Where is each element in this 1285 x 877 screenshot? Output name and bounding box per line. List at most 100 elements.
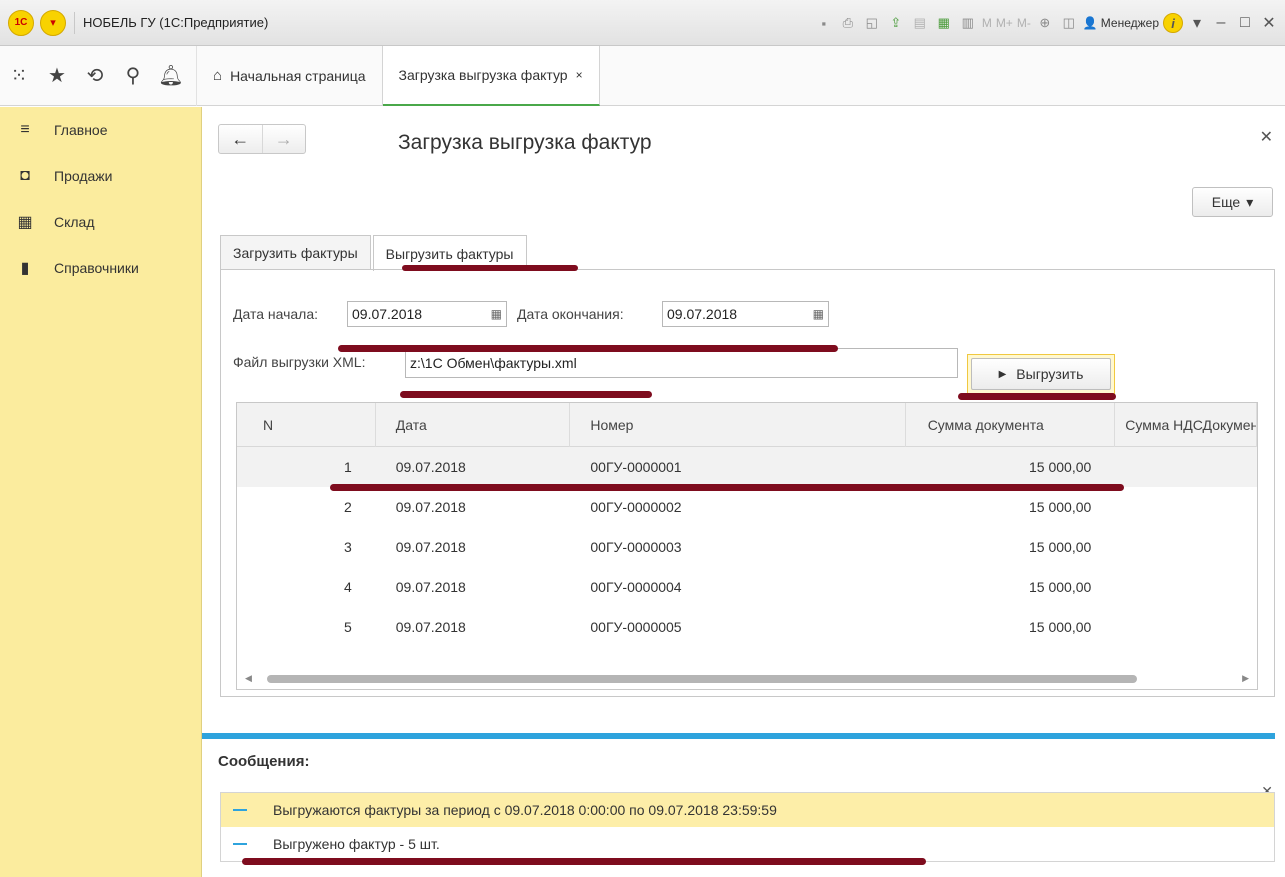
messages-list: Выгружаются фактуры за период с 09.07.20… (220, 792, 1275, 862)
sidebar-item-label: Склад (54, 214, 95, 230)
message-text: Выгружаются фактуры за период с 09.07.20… (273, 802, 777, 818)
calculator-icon[interactable]: ▦ (934, 13, 954, 33)
highlight-mark (958, 393, 1116, 400)
print-list-icon[interactable]: ▤ (910, 13, 930, 33)
table-row[interactable]: 1 09.07.2018 00ГУ-0000001 15 000,00 (237, 447, 1257, 487)
end-date-field[interactable]: 09.07.2018 ▦ (662, 301, 829, 327)
window-title: НОБЕЛЬ ГУ (1С:Предприятие) (83, 15, 269, 30)
table-cell: 09.07.2018 (395, 499, 466, 515)
table-cell (1115, 527, 1257, 567)
message-item[interactable]: Выгружаются фактуры за период с 09.07.20… (221, 793, 1274, 827)
tab-label: Загрузить фактуры (233, 245, 358, 261)
table-cell (1115, 567, 1257, 607)
table-cell: 15 000,00 (1029, 539, 1092, 555)
column-header[interactable]: Сумма НДСДокумента (1115, 403, 1257, 447)
scroll-left-icon[interactable]: ◀ (245, 673, 252, 684)
main-content: ← → Загрузка выгрузка фактур ✕ Еще ▾ Заг… (202, 107, 1285, 877)
table-row[interactable]: 2 09.07.2018 00ГУ-0000002 15 000,00 (237, 487, 1257, 527)
close-window-button[interactable]: ✕ (1259, 13, 1279, 33)
tab-label: Начальная страница (230, 67, 366, 84)
calendar-icon[interactable]: ▦ (491, 307, 502, 321)
sidebar-item-label: Главное (54, 122, 108, 138)
table-cell: 4 (343, 579, 352, 595)
memory-minus-button[interactable]: M- (1017, 16, 1031, 30)
bell-icon[interactable]: 🔔︎ (152, 46, 190, 106)
close-form-icon[interactable]: ✕ (1260, 127, 1273, 147)
preview-icon[interactable]: ◱ (862, 13, 882, 33)
table-cell: 5 (343, 619, 352, 635)
table-cell: 15 000,00 (1029, 499, 1092, 515)
export-button[interactable]: ▶ Выгрузить (967, 354, 1115, 394)
memory-m-button[interactable]: M (982, 16, 992, 30)
search-icon[interactable]: ⚲ (114, 46, 152, 106)
chevron-down-icon[interactable]: ▾ (1187, 13, 1207, 33)
table-cell (1115, 447, 1257, 487)
table-cell: 15 000,00 (1029, 579, 1092, 595)
panels-icon[interactable]: ◫ (1059, 13, 1079, 33)
column-header[interactable]: N (237, 403, 376, 447)
more-button[interactable]: Еще ▾ (1192, 187, 1273, 217)
table-cell: 09.07.2018 (395, 539, 466, 555)
table-row[interactable]: 5 09.07.2018 00ГУ-0000005 15 000,00 (237, 607, 1257, 647)
messages-divider (202, 733, 1275, 739)
export-button-face: ▶ Выгрузить (971, 358, 1111, 390)
section-toolbar: ⁙ ★ ⟲ ⚲ 🔔︎ ⌂ Начальная страница Загрузка… (0, 45, 1285, 106)
user-icon: 👤 (1082, 16, 1098, 30)
memory-plus-button[interactable]: M+ (996, 16, 1013, 30)
table-cell: 00ГУ-0000003 (590, 539, 682, 555)
back-arrow-icon[interactable]: ← (219, 125, 262, 153)
user-menu[interactable]: 👤 Менеджер (1083, 16, 1159, 30)
highlight-mark (338, 345, 838, 352)
play-icon: ▶ (998, 368, 1007, 380)
scroll-right-icon[interactable]: ▶ (1242, 673, 1249, 684)
tab-home-page[interactable]: ⌂ Начальная страница (197, 45, 383, 106)
history-icon[interactable]: ⟲ (76, 46, 114, 106)
sidebar-item-warehouse[interactable]: ▦ Склад (0, 199, 201, 245)
table-cell: 15 000,00 (1029, 459, 1092, 475)
table-cell: 00ГУ-0000002 (590, 499, 682, 515)
sidebar-item-catalogs[interactable]: ▮ Справочники (0, 245, 201, 291)
column-header[interactable]: Сумма документа (906, 403, 1116, 447)
main-menu-button[interactable]: ▾ (40, 9, 66, 36)
print-icon[interactable]: ⎙ (838, 13, 858, 33)
calendar-icon[interactable]: ▥ (958, 13, 978, 33)
tab-invoice-exchange[interactable]: Загрузка выгрузка фактур × (382, 45, 600, 106)
title-separator (74, 11, 75, 34)
export-label: Выгрузить (1016, 366, 1084, 382)
info-icon[interactable]: i (1163, 13, 1183, 33)
app-logo: 1С (8, 9, 34, 36)
maximize-button[interactable]: □ (1235, 14, 1255, 32)
tab-load-invoices[interactable]: Загрузить фактуры (220, 235, 371, 270)
zoom-icon[interactable]: ⊕ (1035, 13, 1055, 33)
scrollbar-thumb[interactable] (267, 675, 1137, 683)
message-item[interactable]: Выгружено фактур - 5 шт. (221, 827, 1274, 861)
sidebar-item-sales[interactable]: ◘ Продажи (0, 153, 201, 199)
favorites-star-icon[interactable]: ★ (38, 46, 76, 106)
file-path-field[interactable]: z:\1С Обмен\фактуры.xml (405, 348, 958, 378)
column-header[interactable]: Дата (376, 403, 571, 447)
table-cell (1115, 487, 1257, 527)
table-cell (1115, 607, 1257, 647)
forward-arrow-icon[interactable]: → (261, 125, 306, 153)
title-bar: 1С ▾ НОБЕЛЬ ГУ (1С:Предприятие) ▪ ⎙ ◱ ⇪ … (0, 0, 1285, 46)
calendar-icon[interactable]: ▦ (813, 307, 824, 321)
upload-icon[interactable]: ⇪ (886, 13, 906, 33)
horizontal-scrollbar[interactable]: ◀ ▶ (237, 669, 1257, 689)
start-date-field[interactable]: 09.07.2018 ▦ (347, 301, 507, 327)
page-title: Загрузка выгрузка фактур (398, 131, 652, 154)
table-row[interactable]: 4 09.07.2018 00ГУ-0000004 15 000,00 (237, 567, 1257, 607)
save-icon[interactable]: ▪ (814, 13, 834, 33)
chevron-down-icon: ▾ (1246, 193, 1254, 210)
table-row[interactable]: 3 09.07.2018 00ГУ-0000003 15 000,00 (237, 527, 1257, 567)
column-header[interactable]: Номер (570, 403, 906, 447)
books-icon: ▮ (20, 260, 30, 277)
close-tab-icon[interactable]: × (576, 68, 583, 82)
message-dash-icon (233, 809, 247, 811)
sidebar-item-label: Продажи (54, 168, 113, 184)
apps-grid-icon[interactable]: ⁙ (0, 46, 38, 106)
sidebar-item-label: Справочники (54, 260, 139, 276)
minimize-button[interactable]: – (1211, 14, 1231, 32)
table-cell: 1 (343, 459, 352, 475)
user-name: Менеджер (1100, 16, 1159, 30)
sidebar-item-main[interactable]: ≡ Главное (0, 107, 201, 153)
